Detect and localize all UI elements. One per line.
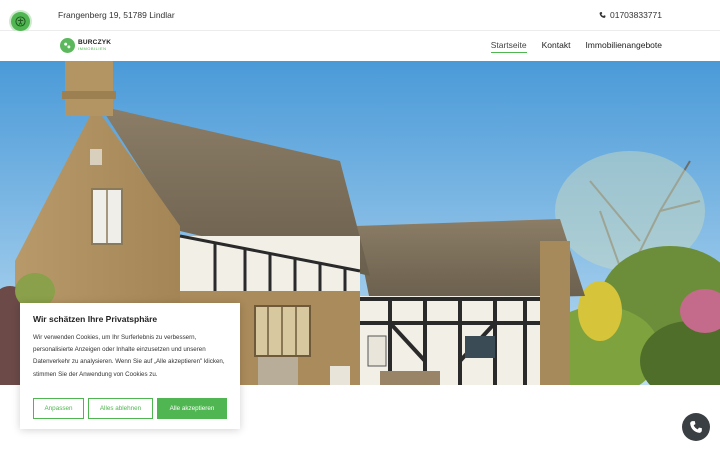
cookie-banner: Wir schätzen Ihre Privatsphäre Wir verwe… [20,303,240,429]
logo[interactable]: BURCZYK IMMOBILIEN [60,38,111,53]
call-button[interactable] [682,413,710,441]
customize-button[interactable]: Anpassen [33,398,84,419]
phone-number[interactable]: 01703833771 [610,10,662,20]
contact-address: Frangenberg 19, 51789 Lindlar [58,10,175,20]
nav-item-kontakt[interactable]: Kontakt [542,40,571,53]
main-nav: Startseite Kontakt Immobilienangebote [490,40,662,53]
top-bar: Frangenberg 19, 51789 Lindlar 0170383377… [0,0,720,31]
phone-icon [599,12,606,18]
nav-item-immobilienangebote[interactable]: Immobilienangebote [585,40,662,53]
logo-icon [60,38,75,53]
reject-all-button[interactable]: Alles ablehnen [88,398,153,419]
main-navbar: BURCZYK IMMOBILIEN Startseite Kontakt Im… [0,31,720,61]
cookie-text: Wir verwenden Cookies, um Ihr Surferlebn… [33,334,225,378]
accessibility-button[interactable] [11,12,30,31]
accessibility-icon [15,16,26,27]
contact-phone[interactable]: 01703833771 [599,10,662,20]
call-icon [690,421,702,433]
accept-all-button[interactable]: Alle akzeptieren [157,398,227,419]
nav-item-startseite[interactable]: Startseite [490,40,527,53]
brand-tagline: IMMOBILIEN [78,45,107,51]
cookie-title: Wir schätzen Ihre Privatsphäre [33,314,158,324]
